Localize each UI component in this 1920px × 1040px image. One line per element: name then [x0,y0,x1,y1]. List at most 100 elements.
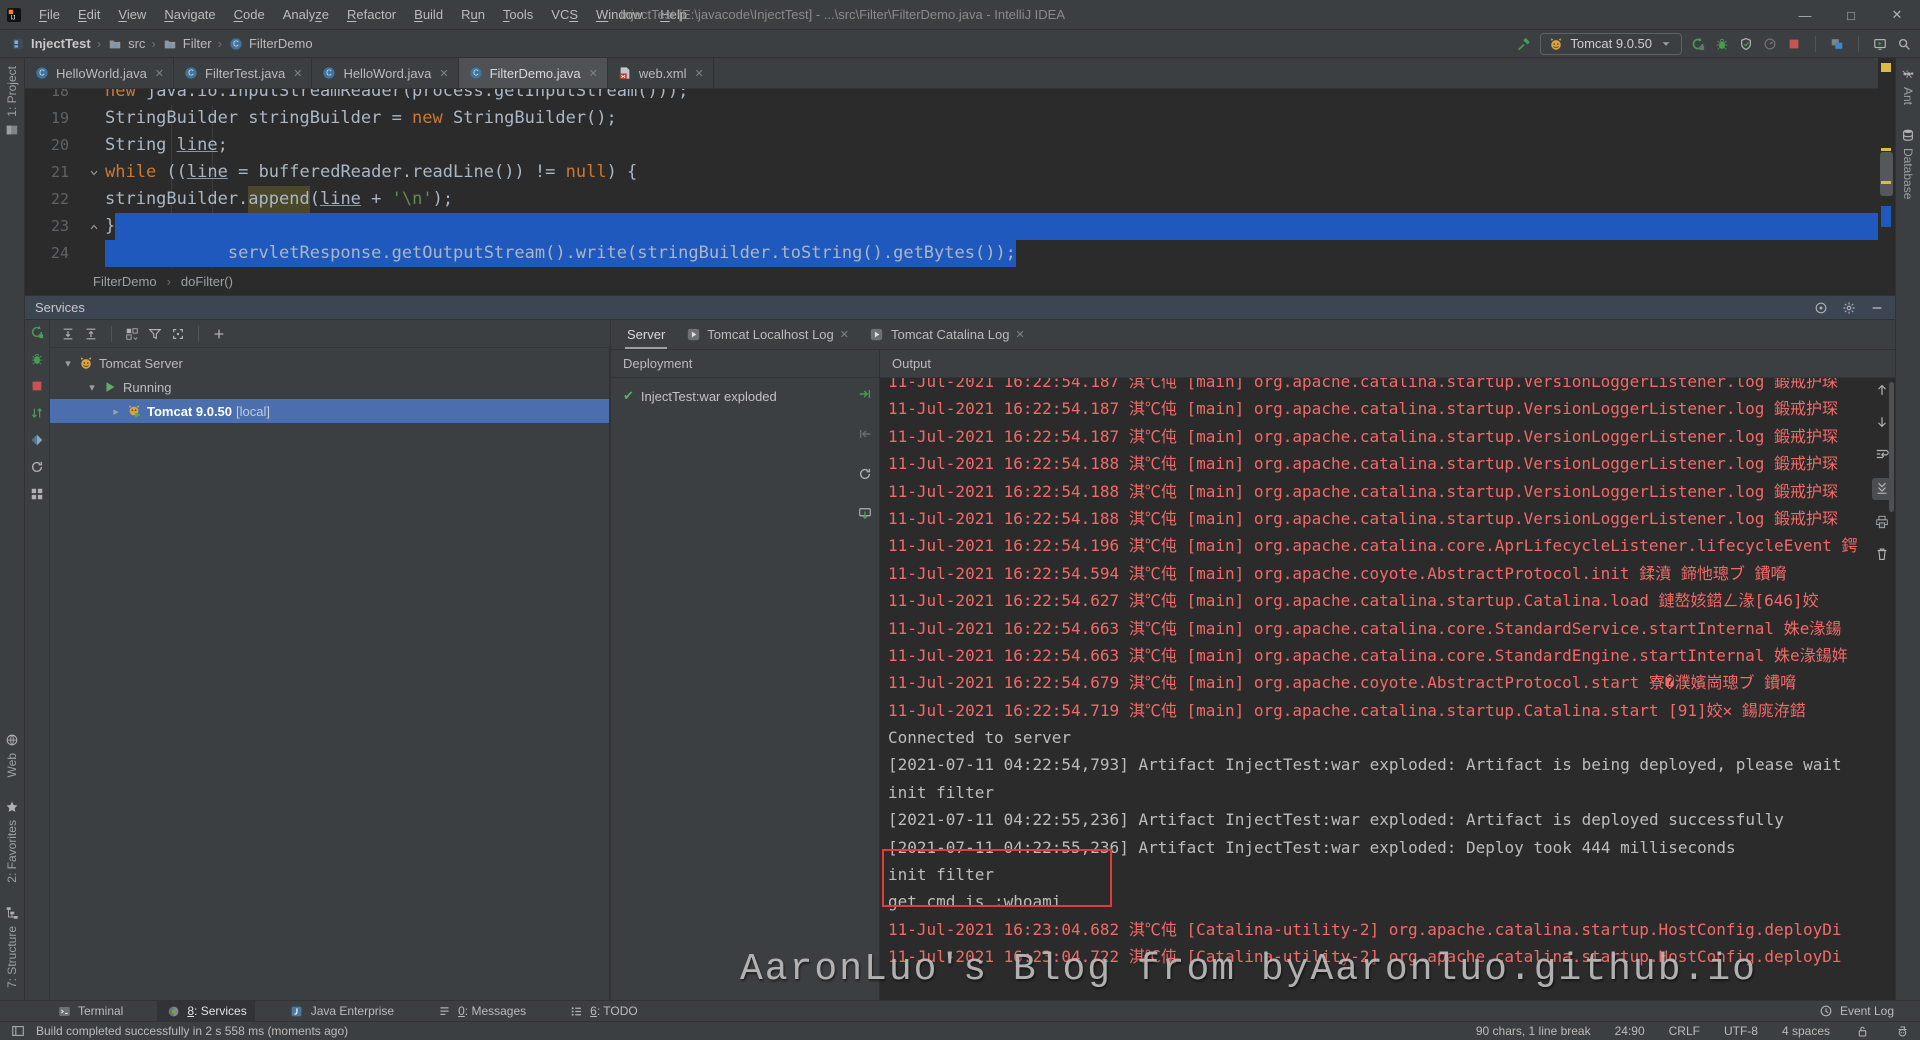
editor-tab-filterdemo-java[interactable]: CFilterDemo.java✕ [459,58,608,88]
tool-strip-button-2-favorites[interactable]: 2: Favorites [4,799,20,883]
editor-tab-filtertest-java[interactable]: CFilterTest.java✕ [174,58,312,88]
close-icon[interactable]: ✕ [589,67,598,80]
coverage-icon[interactable] [1738,36,1754,52]
event-log-button[interactable]: Event Log [1818,1003,1894,1019]
breadcrumb-method[interactable]: doFilter() [181,274,233,289]
status-item-utf-8[interactable]: UTF-8 [1724,1024,1758,1038]
stop-icon[interactable] [1786,36,1802,52]
search-icon[interactable] [1896,36,1912,52]
refresh-icon[interactable] [857,466,873,482]
close-icon[interactable]: ✕ [1016,328,1025,341]
close-button[interactable]: ✕ [1874,0,1920,30]
undeploy-icon[interactable] [857,426,873,442]
profiler-icon[interactable] [1762,36,1778,52]
refresh-icon[interactable] [29,459,45,475]
menu-edit[interactable]: Edit [69,7,109,22]
minimize-button[interactable]: — [1782,0,1828,30]
scroll-end-icon[interactable] [1874,480,1890,496]
stop-icon[interactable] [29,378,45,394]
rerun-icon[interactable] [29,324,45,340]
breadcrumb-item-src[interactable]: src [107,36,145,52]
filter-icon[interactable] [147,326,163,342]
breadcrumb-item-injecttest[interactable]: InjectTest [10,36,91,52]
editor-tab-web-xml[interactable]: web.xml✕ [608,58,714,88]
expanded-arrow-icon[interactable]: ▾ [84,381,100,394]
status-item-crlf[interactable]: CRLF [1669,1024,1700,1038]
run-tab-tomcat-localhost-log[interactable]: Tomcat Localhost Log✕ [675,320,859,349]
hide-icon[interactable] [1869,300,1885,316]
editor-scrollbar[interactable] [1878,58,1895,295]
build-hammer-icon[interactable] [1516,36,1532,52]
maximize-button[interactable]: □ [1828,0,1874,30]
menu-navigate[interactable]: Navigate [155,7,224,22]
tool-strip-button-1-project[interactable]: 1: Project [4,66,20,138]
breadcrumb-class[interactable]: FilterDemo [93,274,157,289]
menu-tools[interactable]: Tools [494,7,542,22]
expanded-arrow-icon[interactable]: ▾ [60,357,76,370]
select-in-icon[interactable] [170,326,186,342]
breadcrumb-item-filter[interactable]: Filter [162,36,212,52]
collapse-all-icon[interactable] [83,326,99,342]
dashboard-icon[interactable] [29,486,45,502]
menu-refactor[interactable]: Refactor [338,7,405,22]
close-icon[interactable]: ✕ [695,67,704,80]
tree-row-tomcat-9-0-50[interactable]: ▸Tomcat 9.0.50[local] [50,399,609,423]
run-icon[interactable] [1690,36,1706,52]
run-tab-tomcat-catalina-log[interactable]: Tomcat Catalina Log✕ [859,320,1035,349]
print-icon[interactable] [1874,514,1890,530]
debug-icon[interactable] [29,351,45,367]
toolwindow-button-8-services[interactable]: 8: Services [157,1001,254,1022]
toolwindow-button-6-todo[interactable]: 6: TODO [560,1001,646,1022]
tool-strip-button-7-structure[interactable]: 7: Structure [4,905,20,988]
clear-icon[interactable] [1874,546,1890,562]
soft-wrap-icon[interactable] [1874,446,1890,462]
menu-file[interactable]: File [30,7,69,22]
deploy-all-icon[interactable] [29,405,45,421]
expand-all-icon[interactable] [60,326,76,342]
breadcrumb-item-filterdemo[interactable]: CFilterDemo [228,36,313,52]
toolwindow-button-java-enterprise[interactable]: Java Enterprise [281,1001,402,1022]
close-icon[interactable]: ✕ [155,67,164,80]
fold-collapse-icon[interactable] [83,213,105,240]
group-by-icon[interactable] [124,326,140,342]
toolwindow-button-0-messages[interactable]: 0: Messages [428,1001,534,1022]
collapsed-arrow-icon[interactable]: ▸ [108,405,124,418]
deploy-icon[interactable] [857,386,873,402]
debug-icon[interactable] [1714,36,1730,52]
menu-run[interactable]: Run [452,7,494,22]
run-anything-icon[interactable] [1872,36,1888,52]
menu-analyze[interactable]: Analyze [274,7,338,22]
close-icon[interactable]: ✕ [840,328,849,341]
status-message[interactable]: Build completed successfully in 2 s 558 … [36,1024,348,1038]
down-icon[interactable] [1874,414,1890,430]
run-configuration-dropdown[interactable]: Tomcat 9.0.50 [1540,33,1682,55]
code-editor[interactable]: 18 new java.io.InputStreamReader(process… [25,89,1878,268]
menu-code[interactable]: Code [225,7,274,22]
editor-tab-helloworld-java[interactable]: CHelloWorld.java✕ [25,58,174,88]
tool-window-toggle-icon[interactable] [10,1023,26,1039]
tree-row-tomcat-server[interactable]: ▾Tomcat Server [50,351,609,375]
up-icon[interactable] [1874,382,1890,398]
scrollbar-thumb[interactable] [1880,152,1893,196]
toolwindow-button-terminal[interactable]: Terminal [48,1001,131,1022]
tool-strip-button-web[interactable]: Web [4,732,20,777]
fold-expand-icon[interactable] [83,159,105,186]
close-icon[interactable]: ✕ [293,67,302,80]
open-projects-icon[interactable] [1829,36,1845,52]
hector-icon[interactable] [1894,1023,1910,1039]
menu-view[interactable]: View [109,7,155,22]
jmx-icon[interactable] [29,432,45,448]
menu-build[interactable]: Build [405,7,452,22]
close-icon[interactable]: ✕ [439,67,448,80]
float-window-icon[interactable] [1813,300,1829,316]
deployment-artifact-row[interactable]: ✔ InjectTest:war exploded [611,378,879,404]
lock-icon[interactable] [1854,1023,1870,1039]
status-item-90-chars-1-line-break[interactable]: 90 chars, 1 line break [1476,1024,1591,1038]
add-service-icon[interactable] [211,326,227,342]
menu-vcs[interactable]: VCS [542,7,587,22]
run-tab-server[interactable]: Server [617,320,675,349]
tree-row-running[interactable]: ▾Running [50,375,609,399]
tool-strip-button-database[interactable]: Database [1900,127,1916,199]
status-item-4-spaces[interactable]: 4 spaces [1782,1024,1830,1038]
remote-debug-icon[interactable] [857,506,873,522]
